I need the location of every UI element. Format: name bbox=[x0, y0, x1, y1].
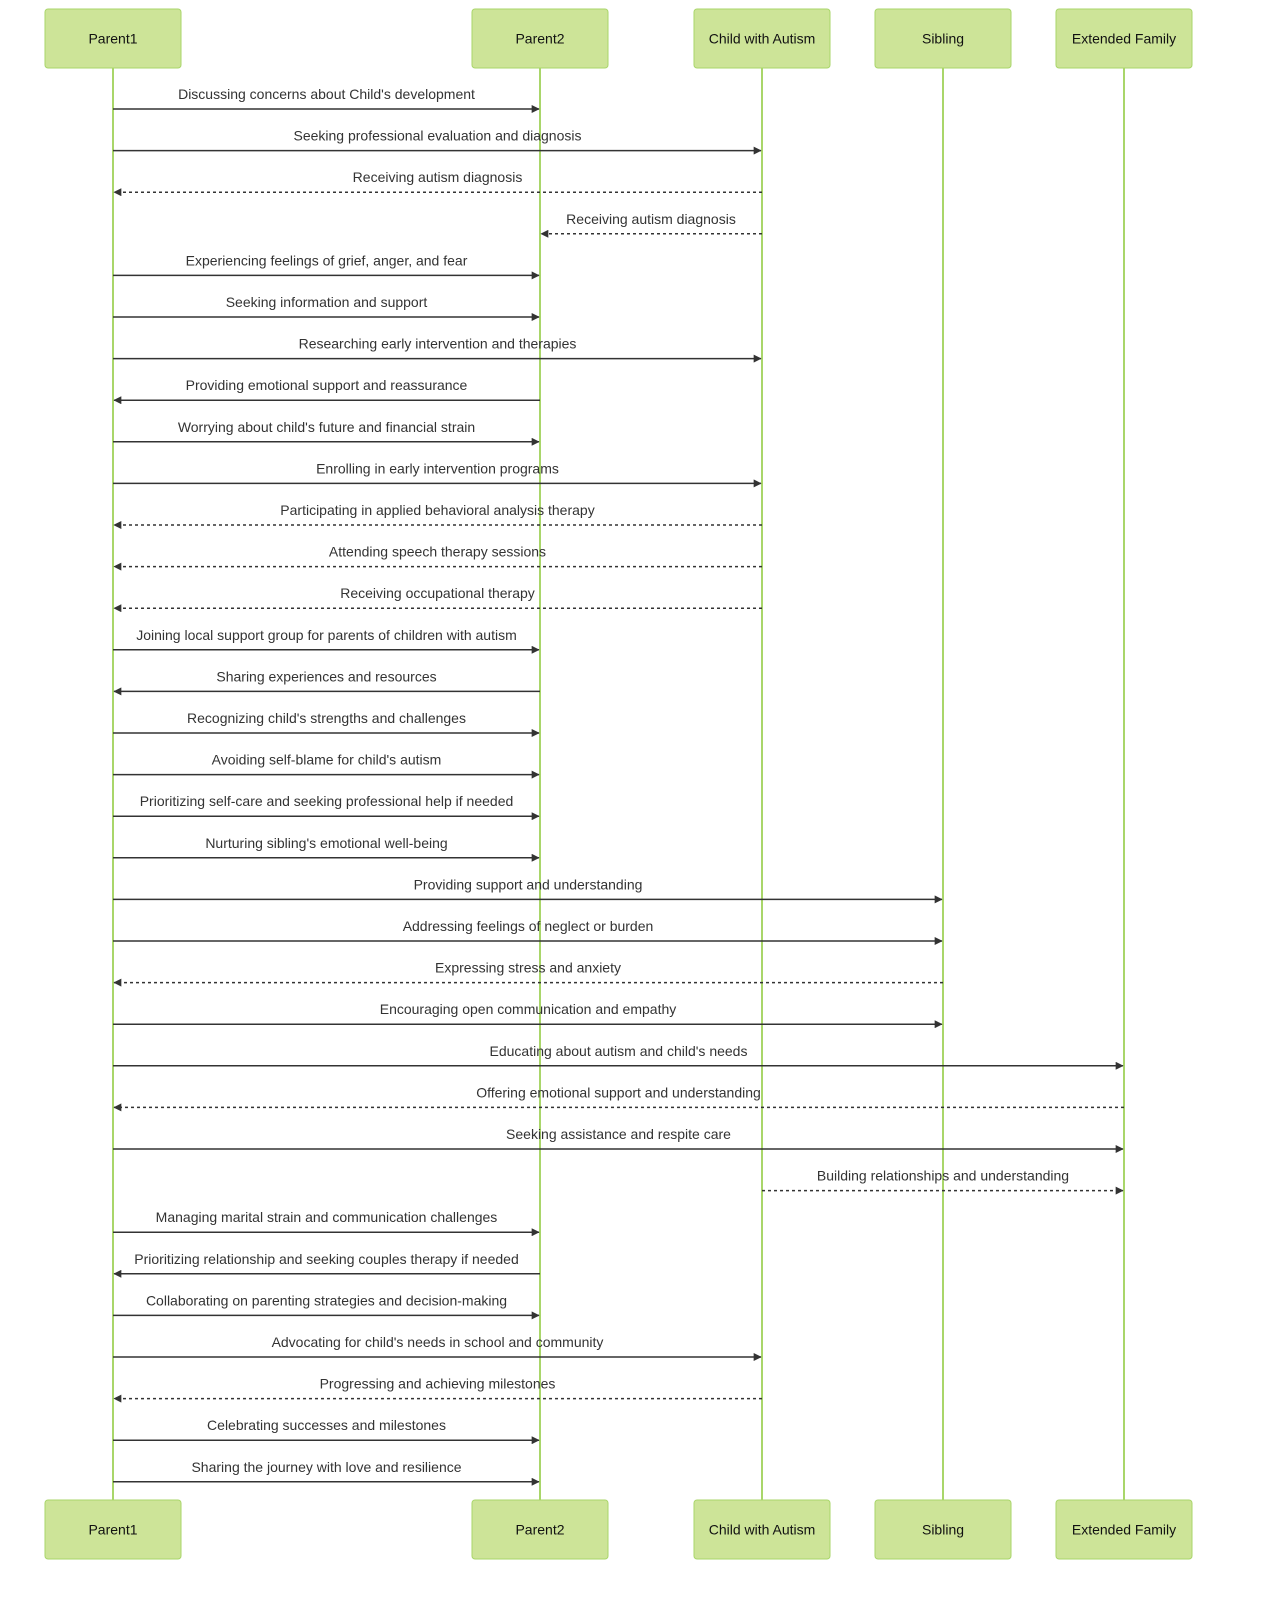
actor-sibling-bottom[interactable]: Sibling bbox=[874, 1499, 1012, 1560]
actor-label: Parent2 bbox=[515, 31, 564, 47]
message-label: Recognizing child's strengths and challe… bbox=[187, 710, 466, 726]
message: Nurturing sibling's emotional well-being bbox=[113, 835, 540, 862]
message: Enrolling in early intervention programs bbox=[113, 460, 762, 488]
message-label: Expressing stress and anxiety bbox=[435, 960, 621, 976]
message: Providing support and understanding bbox=[113, 876, 943, 904]
message: Offering emotional support and understan… bbox=[113, 1084, 1124, 1112]
message-label: Educating about autism and child's needs bbox=[490, 1043, 748, 1059]
message: Expressing stress and anxiety bbox=[113, 960, 943, 987]
message: Prioritizing self-care and seeking profe… bbox=[113, 793, 540, 821]
message-label: Experiencing feelings of grief, anger, a… bbox=[186, 252, 468, 268]
message-label: Receiving autism diagnosis bbox=[566, 211, 736, 227]
message: Discussing concerns about Child's develo… bbox=[113, 86, 540, 113]
actor-child-with-autism-bottom[interactable]: Child with Autism bbox=[693, 1499, 831, 1560]
message-label: Collaborating on parenting strategies an… bbox=[146, 1292, 507, 1308]
message: Providing emotional support and reassura… bbox=[113, 377, 540, 405]
message-label: Avoiding self-blame for child's autism bbox=[212, 752, 442, 768]
message-label: Seeking professional evaluation and diag… bbox=[294, 128, 582, 144]
message-label: Celebrating successes and milestones bbox=[207, 1417, 446, 1433]
message-label: Sharing experiences and resources bbox=[216, 668, 436, 684]
message-label: Advocating for child's needs in school a… bbox=[272, 1334, 604, 1350]
message: Researching early intervention and thera… bbox=[113, 336, 762, 363]
message-label: Worrying about child's future and financ… bbox=[178, 419, 475, 435]
message: Joining local support group for parents … bbox=[113, 627, 540, 654]
actors-top: Parent1 Parent2 Child with Autism Sibling Ex… bbox=[44, 8, 1193, 69]
actor-parent1-bottom[interactable]: Parent1 bbox=[44, 1499, 182, 1560]
actors-bottom: Parent1 Parent2 Child with Autism Sibling Ex… bbox=[44, 1499, 1193, 1560]
actor-label: Parent2 bbox=[515, 1522, 564, 1538]
message-label: Researching early intervention and thera… bbox=[299, 336, 577, 352]
actor-label: Extended Family bbox=[1072, 1522, 1176, 1538]
message-label: Addressing feelings of neglect or burden bbox=[403, 918, 654, 934]
message: Managing marital strain and communicatio… bbox=[113, 1209, 540, 1237]
message: Receiving autism diagnosis bbox=[113, 169, 762, 197]
message: Seeking assistance and respite care bbox=[113, 1126, 1124, 1153]
message-label: Participating in applied behavioral anal… bbox=[280, 502, 594, 518]
actor-sibling-top[interactable]: Sibling bbox=[874, 8, 1012, 69]
actor-parent1-top[interactable]: Parent1 bbox=[44, 8, 182, 69]
actor-parent2-bottom[interactable]: Parent2 bbox=[471, 1499, 609, 1560]
message-label: Nurturing sibling's emotional well-being bbox=[205, 835, 447, 851]
message-label: Encouraging open communication and empat… bbox=[380, 1001, 677, 1017]
actor-label: Child with Autism bbox=[709, 1522, 816, 1538]
message-label: Progressing and achieving milestones bbox=[320, 1376, 556, 1392]
actor-label: Child with Autism bbox=[709, 31, 816, 47]
lifelines bbox=[112, 68, 1125, 1500]
message: Celebrating successes and milestones bbox=[113, 1417, 540, 1445]
message: Encouraging open communication and empat… bbox=[113, 1001, 943, 1029]
message: Educating about autism and child's needs bbox=[113, 1043, 1124, 1070]
actor-extended-family-top[interactable]: Extended Family bbox=[1055, 8, 1193, 69]
message: Worrying about child's future and financ… bbox=[113, 419, 540, 446]
actor-label: Sibling bbox=[922, 1522, 964, 1538]
actor-label: Extended Family bbox=[1072, 31, 1176, 47]
message: Seeking information and support bbox=[113, 294, 540, 321]
message: Recognizing child's strengths and challe… bbox=[113, 710, 540, 737]
message-label: Building relationships and understanding bbox=[817, 1168, 1069, 1184]
message-label: Joining local support group for parents … bbox=[136, 627, 517, 643]
message-label: Managing marital strain and communicatio… bbox=[156, 1209, 498, 1225]
actor-parent2-top[interactable]: Parent2 bbox=[471, 8, 609, 69]
message-label: Providing emotional support and reassura… bbox=[186, 377, 468, 393]
message-label: Discussing concerns about Child's develo… bbox=[178, 86, 475, 102]
message: Addressing feelings of neglect or burden bbox=[113, 918, 943, 945]
message: Progressing and achieving milestones bbox=[113, 1376, 762, 1403]
message-label: Seeking information and support bbox=[226, 294, 428, 310]
message: Attending speech therapy sessions bbox=[113, 544, 762, 571]
message-label: Sharing the journey with love and resili… bbox=[191, 1459, 461, 1475]
message-label: Attending speech therapy sessions bbox=[329, 544, 546, 560]
message: Advocating for child's needs in school a… bbox=[113, 1334, 762, 1361]
message-label: Offering emotional support and understan… bbox=[476, 1084, 761, 1100]
message: Collaborating on parenting strategies an… bbox=[113, 1292, 540, 1320]
message: Sharing the journey with love and resili… bbox=[113, 1459, 540, 1486]
message-label: Prioritizing relationship and seeking co… bbox=[134, 1251, 518, 1267]
message: Seeking professional evaluation and diag… bbox=[113, 128, 762, 155]
message: Experiencing feelings of grief, anger, a… bbox=[113, 252, 540, 280]
message-label: Receiving occupational therapy bbox=[340, 585, 535, 601]
message-label: Prioritizing self-care and seeking profe… bbox=[140, 793, 514, 809]
message: Sharing experiences and resources bbox=[113, 668, 540, 696]
message: Receiving autism diagnosis bbox=[540, 211, 762, 238]
message: Receiving occupational therapy bbox=[113, 585, 762, 613]
message: Avoiding self-blame for child's autism bbox=[113, 752, 540, 779]
messages: Discussing concerns about Child's develo… bbox=[113, 86, 1124, 1486]
sequence-diagram: Parent1 Parent2 Child with Autism Sibling Ex… bbox=[44, 8, 1193, 1560]
actor-label: Parent1 bbox=[88, 31, 137, 47]
message-label: Providing support and understanding bbox=[414, 876, 643, 892]
actor-label: Parent1 bbox=[88, 1522, 137, 1538]
message: Prioritizing relationship and seeking co… bbox=[113, 1251, 540, 1278]
message: Participating in applied behavioral anal… bbox=[113, 502, 762, 529]
message-label: Seeking assistance and respite care bbox=[506, 1126, 731, 1142]
message-label: Receiving autism diagnosis bbox=[353, 169, 523, 185]
message-label: Enrolling in early intervention programs bbox=[316, 460, 559, 476]
actor-extended-family-bottom[interactable]: Extended Family bbox=[1055, 1499, 1193, 1560]
actor-label: Sibling bbox=[922, 31, 964, 47]
actor-child-with-autism-top[interactable]: Child with Autism bbox=[693, 8, 831, 69]
